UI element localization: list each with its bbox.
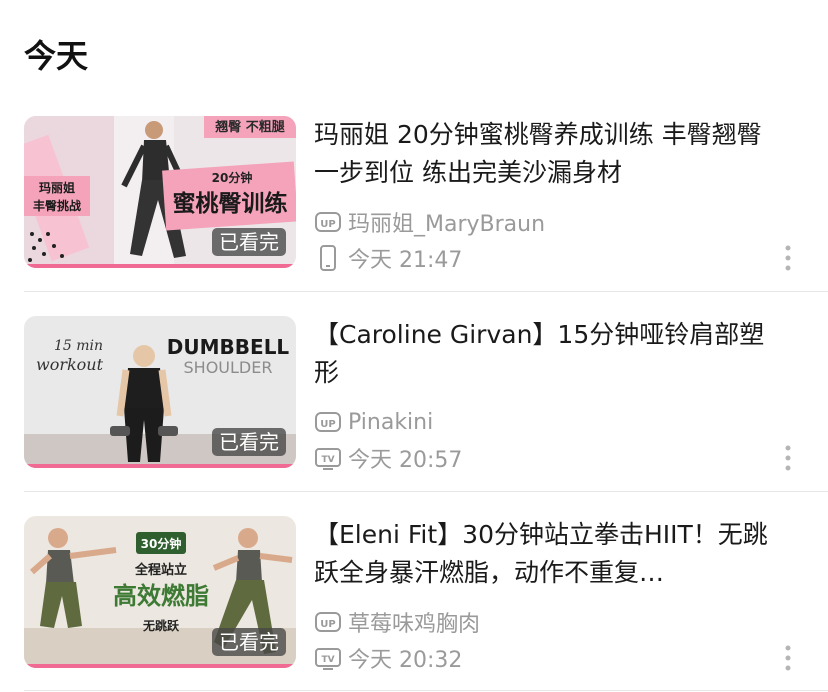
more-options-icon[interactable] bbox=[784, 644, 792, 672]
thumb-sub-text: SHOULDER bbox=[184, 358, 273, 377]
up-icon: UP bbox=[315, 212, 341, 232]
watch-time-row: 今天 21:47 bbox=[314, 242, 462, 274]
phone-icon bbox=[320, 245, 336, 271]
watched-badge: 已看完 bbox=[212, 628, 286, 656]
tv-icon: TV bbox=[315, 648, 341, 670]
watch-time: 今天 20:32 bbox=[348, 648, 463, 673]
video-thumbnail[interactable]: 15 min workout DUMBBELL SHOULDER 已看完 bbox=[24, 316, 296, 468]
thumb-line-text: 全程站立 bbox=[134, 562, 187, 578]
uploader-row: UP Pinakini bbox=[314, 406, 433, 438]
section-title: 今天 bbox=[24, 37, 89, 75]
history-item[interactable]: 30分钟 全程站立 高效燃脂 无跳跃 已看完 【Eleni Fit】30分钟站立… bbox=[24, 516, 828, 673]
tv-icon: TV bbox=[315, 448, 341, 470]
video-title[interactable]: 玛丽姐 20分钟蜜桃臀养成训练 丰臀翘臀一步到位 练出完美沙漏身材 bbox=[314, 116, 784, 192]
uploader-name[interactable]: Pinakini bbox=[348, 410, 433, 435]
thumb-headline-text: 高效燃脂 bbox=[113, 582, 209, 610]
divider bbox=[24, 491, 828, 492]
svg-text:UP: UP bbox=[320, 219, 335, 230]
thumb-line-text: 无跳跃 bbox=[142, 618, 180, 633]
watch-progress-bar bbox=[24, 264, 296, 268]
thumb-headline-text: DUMBBELL bbox=[167, 335, 290, 359]
video-thumbnail[interactable]: 30分钟 全程站立 高效燃脂 无跳跃 已看完 bbox=[24, 516, 296, 668]
watched-badge: 已看完 bbox=[212, 228, 286, 256]
history-item[interactable]: 15 min workout DUMBBELL SHOULDER 已看完 【Ca… bbox=[24, 316, 828, 473]
thumb-headline-text: 蜜桃臀训练 bbox=[173, 190, 288, 217]
up-icon: UP bbox=[315, 612, 341, 632]
watch-time: 今天 21:47 bbox=[348, 248, 463, 273]
svg-text:TV: TV bbox=[321, 455, 334, 465]
thumb-minutes-text: 20分钟 bbox=[212, 170, 253, 185]
svg-text:丰臀挑战: 丰臀挑战 bbox=[33, 198, 81, 213]
thumb-script-text: workout bbox=[36, 355, 104, 374]
divider bbox=[24, 291, 828, 292]
video-title[interactable]: 【Caroline Girvan】15分钟哑铃肩部塑形 bbox=[314, 316, 784, 392]
watched-badge: 已看完 bbox=[212, 428, 286, 456]
video-title[interactable]: 【Eleni Fit】30分钟站立拳击HIIT！无跳跃全身暴汗燃脂，动作不重复… bbox=[314, 516, 784, 592]
more-options-icon[interactable] bbox=[784, 244, 792, 272]
divider bbox=[24, 690, 828, 691]
thumb-minutes-text: 30分钟 bbox=[141, 536, 182, 551]
svg-text:UP: UP bbox=[320, 619, 335, 630]
uploader-row: UP 玛丽姐_MaryBraun bbox=[314, 206, 545, 238]
uploader-name[interactable]: 玛丽姐_MaryBraun bbox=[348, 206, 545, 238]
uploader-name[interactable]: 草莓味鸡胸肉 bbox=[348, 606, 480, 638]
svg-text:玛丽姐: 玛丽姐 bbox=[39, 180, 75, 195]
thumb-tag-text: 翘臀 不粗腿 bbox=[214, 119, 285, 135]
svg-text:UP: UP bbox=[320, 419, 335, 430]
more-options-icon[interactable] bbox=[784, 444, 792, 472]
watch-progress-bar bbox=[24, 664, 296, 668]
watch-time: 今天 20:57 bbox=[348, 448, 463, 473]
watch-time-row: TV 今天 20:32 bbox=[314, 642, 462, 674]
svg-text:TV: TV bbox=[321, 655, 334, 665]
history-page: 今天 翘臀 不粗腿 20分钟 蜜桃臀训练 玛丽姐 丰臀挑战 已看完 玛丽姐 20… bbox=[0, 0, 828, 692]
thumb-script-text: 15 min bbox=[54, 338, 103, 354]
uploader-row: UP 草莓味鸡胸肉 bbox=[314, 606, 480, 638]
watch-time-row: TV 今天 20:57 bbox=[314, 442, 462, 474]
watch-progress-bar bbox=[24, 464, 296, 468]
video-thumbnail[interactable]: 翘臀 不粗腿 20分钟 蜜桃臀训练 玛丽姐 丰臀挑战 已看完 bbox=[24, 116, 296, 268]
up-icon: UP bbox=[315, 412, 341, 432]
history-item[interactable]: 翘臀 不粗腿 20分钟 蜜桃臀训练 玛丽姐 丰臀挑战 已看完 玛丽姐 20分钟蜜… bbox=[24, 116, 828, 273]
